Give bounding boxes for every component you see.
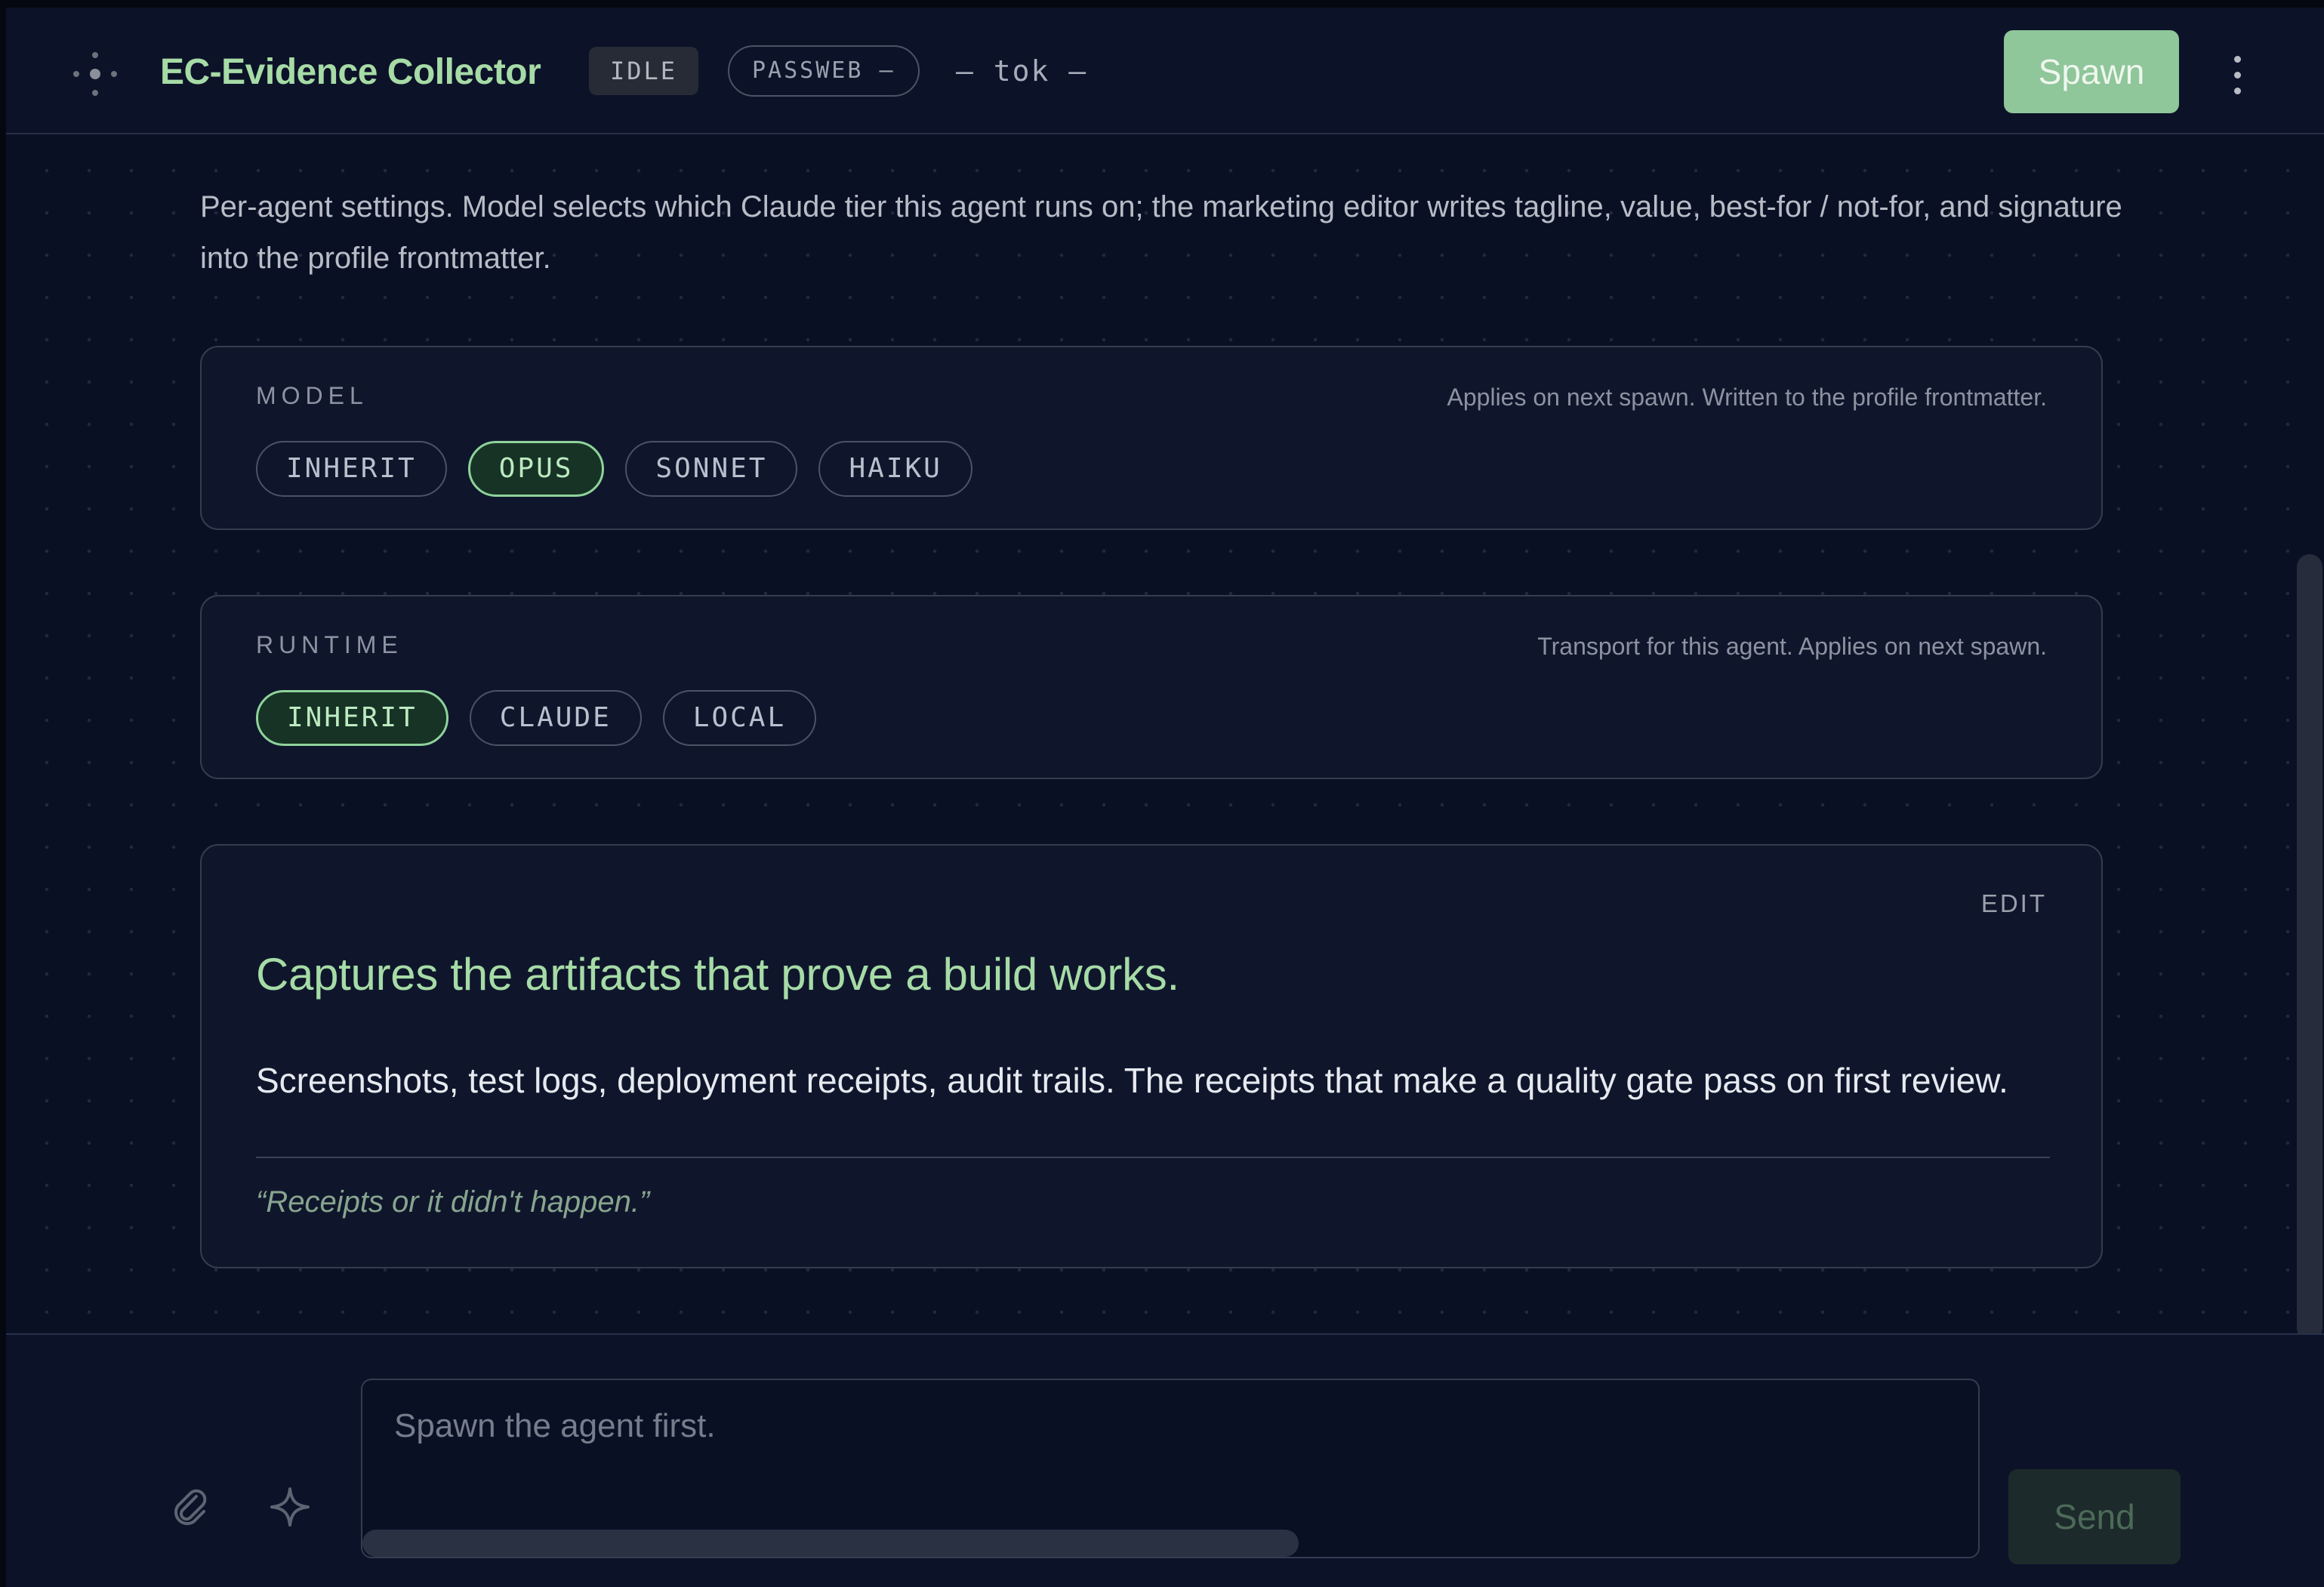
verdict-badge: PASSWEB — [728,45,920,97]
sparkle-icon[interactable] [267,1484,313,1530]
model-options: INHERIT OPUS SONNET HAIKU [256,441,972,497]
model-option-haiku[interactable]: HAIKU [818,441,972,497]
send-button[interactable]: Send [2008,1469,2181,1564]
token-readout: — tok — [956,54,1088,88]
profile-value: Screenshots, test logs, deployment recei… [256,1061,2008,1100]
content-scrollbar-thumb[interactable] [2297,554,2322,1341]
profile-divider [256,1157,2050,1158]
runtime-settings-card: RUNTIME Transport for this agent. Applie… [200,595,2103,779]
kebab-menu-icon[interactable] [2226,53,2248,98]
settings-description: Per-agent settings. Model selects which … [200,190,2122,275]
model-section-label: MODEL [256,382,368,409]
node-cluster-icon [73,52,117,96]
paperclip-icon[interactable] [168,1484,213,1530]
spawn-button[interactable]: Spawn [2004,30,2179,113]
app-window: EC-Evidence Collector IDLE PASSWEB — — t… [6,8,2324,1587]
message-input[interactable] [362,1380,1978,1531]
model-settings-card: MODEL Applies on next spawn. Written to … [200,346,2103,530]
model-option-opus[interactable]: OPUS [467,441,605,497]
message-composer [361,1379,1980,1558]
runtime-option-claude[interactable]: CLAUDE [469,690,642,746]
profile-marketing-card: EDIT Captures the artifacts that prove a… [200,844,2103,1268]
composer-bar: Send [6,1333,2324,1587]
profile-tagline: Captures the artifacts that prove a buil… [256,949,1179,1000]
runtime-section-label: RUNTIME [256,631,403,658]
runtime-section-note: Transport for this agent. Applies on nex… [1537,633,2047,660]
model-option-inherit[interactable]: INHERIT [256,441,447,497]
model-option-sonnet[interactable]: SONNET [625,441,798,497]
runtime-option-inherit[interactable]: INHERIT [256,690,448,746]
model-section-note: Applies on next spawn. Written to the pr… [1447,384,2047,411]
edit-profile-button[interactable]: EDIT [1981,889,2047,918]
agent-title: EC-Evidence Collector [160,52,541,92]
profile-signature: “Receipts or it didn't happen.” [256,1185,650,1219]
agent-header: EC-Evidence Collector IDLE PASSWEB — — t… [6,8,2324,134]
runtime-options: INHERIT CLAUDE LOCAL [256,690,817,746]
status-badge: IDLE [589,47,699,95]
runtime-option-local[interactable]: LOCAL [662,690,817,746]
composer-scrollbar[interactable] [362,1530,1299,1557]
